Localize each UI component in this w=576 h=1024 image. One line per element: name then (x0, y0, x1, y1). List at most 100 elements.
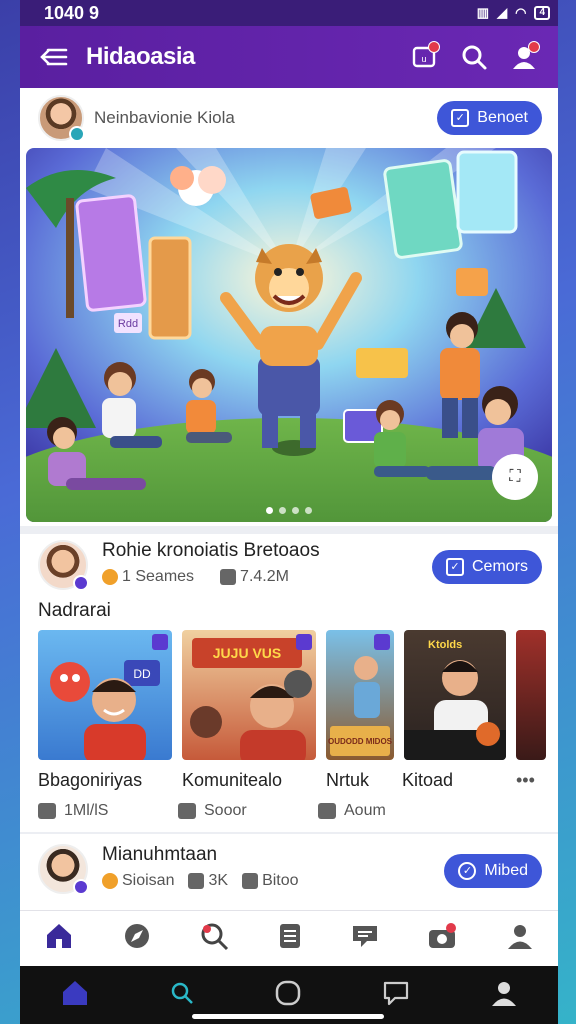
thumbnail-label[interactable]: Kitoad (402, 770, 516, 791)
app-bar: Hidaoasia u (20, 26, 558, 88)
hero-tag: Rdd (118, 318, 138, 330)
carousel-dots[interactable] (266, 507, 312, 514)
post-header-2: Rohie kronoiatis Bretoaos 1 Seames 7.4.2… (20, 536, 558, 598)
home-indicator[interactable] (192, 1014, 384, 1019)
nav-explore[interactable] (123, 922, 151, 955)
menu-icon (40, 48, 68, 66)
video-thumbnail[interactable]: OUDODD MIDOS (326, 630, 394, 760)
post-author[interactable]: Neinbavionie Kiola (94, 108, 437, 128)
nav-home[interactable] (44, 922, 74, 955)
mail-stat: Bitoo (242, 872, 299, 890)
post-info: Rohie kronoiatis Bretoaos 1 Seames 7.4.2… (102, 540, 432, 586)
video-thumbnail[interactable] (516, 630, 546, 760)
profile-badge (528, 41, 540, 53)
thumbnail-label[interactable]: Nrtuk (326, 770, 402, 791)
search-icon (462, 45, 487, 70)
follow-button[interactable]: ✓ Benoet (437, 101, 542, 135)
thumbs-up-icon (38, 803, 56, 819)
post-header-1: Neinbavionie Kiola ✓ Benoet (20, 90, 558, 146)
svg-text:u: u (421, 54, 426, 64)
like-label: 1Ml/lS (64, 802, 109, 819)
hero-illustration: Rdd (26, 148, 552, 522)
follow-button-label: Mibed (484, 862, 528, 879)
avatar[interactable] (38, 95, 85, 142)
home-icon (47, 924, 72, 948)
divider (20, 526, 558, 534)
profile-icon (507, 925, 532, 949)
sys-home-button[interactable] (60, 979, 90, 1012)
carousel-dot[interactable] (305, 507, 312, 514)
verified-icon (73, 879, 89, 895)
thumbnail-label[interactable]: Bbagoniriyas (38, 770, 182, 791)
sys-chat-button[interactable] (381, 979, 411, 1012)
status-time: 1040 9 (44, 2, 100, 23)
sys-search-button[interactable] (169, 980, 195, 1011)
chat-icon (352, 926, 377, 947)
notification-badge (428, 41, 440, 53)
follow-button[interactable]: ✓ Cemors (431, 550, 542, 584)
views-count: 1 Seames (122, 568, 195, 585)
avatar[interactable] (38, 844, 89, 895)
signal-icon: ◢ (497, 5, 508, 20)
views-icon (102, 568, 118, 585)
verified-icon (73, 575, 89, 591)
megaphone-icon (188, 872, 205, 889)
follow-button-label: Benoet (477, 109, 528, 126)
divider (20, 832, 558, 834)
search-icon (201, 923, 229, 951)
app-title: Hidaoasia (86, 43, 195, 70)
post-info: Mianuhmtaan Sioisan 3K Bitoo (102, 844, 444, 890)
thumbnail-image: JUJU VUS (190, 638, 312, 760)
nav-messages[interactable] (351, 923, 379, 954)
video-thumbnail[interactable]: JUJU VUS (182, 630, 316, 760)
carousel-dot[interactable] (292, 507, 299, 514)
share-button[interactable]: Aoum (318, 802, 458, 820)
sys-overview-button[interactable] (274, 979, 302, 1012)
mail-count: Bitoo (262, 872, 299, 889)
views-count: Sioisan (122, 872, 175, 889)
vibrate-icon: ▥ (476, 5, 490, 20)
carousel-dot[interactable] (266, 507, 273, 514)
inbox-button[interactable]: u (404, 37, 444, 77)
thumbnail-label[interactable]: Komunitealo (182, 770, 326, 791)
post-actions: 1Ml/lS Sooor Aoum (38, 802, 458, 820)
video-thumbnail[interactable]: DD (38, 630, 172, 760)
carousel-dot[interactable] (279, 507, 286, 514)
hero-image[interactable]: Rdd ⛶ (26, 148, 552, 522)
avatar[interactable] (38, 540, 89, 591)
thumbnail-overlay-text: DD (133, 667, 151, 681)
post-meta: Sioisan 3K Bitoo (102, 872, 444, 890)
sys-profile-button[interactable] (490, 979, 518, 1012)
post-meta: 1 Seames 7.4.2M (102, 568, 432, 586)
check-icon: ✓ (458, 862, 477, 880)
thumbnail-badge (152, 634, 168, 650)
more-button[interactable]: ••• (516, 770, 556, 791)
profile-button[interactable] (504, 37, 544, 77)
comment-icon (178, 803, 196, 819)
nav-profile[interactable] (506, 922, 534, 955)
nav-search[interactable] (199, 921, 229, 956)
thumbnail-overlay-text: Ktolds (428, 639, 462, 651)
search-button[interactable] (454, 37, 494, 77)
share-stat: 3K (188, 872, 228, 890)
views-stat: Sioisan (102, 872, 174, 890)
expand-button[interactable]: ⛶ (492, 454, 538, 500)
thumbnail-overlay-text: JUJU VUS (213, 645, 281, 661)
home-icon (62, 980, 87, 1005)
thumbnail-image: DD (50, 660, 160, 760)
follow-button[interactable]: ✓ Mibed (444, 854, 542, 888)
video-thumbnail[interactable]: Ktolds (404, 630, 506, 760)
circle-icon (275, 980, 301, 1005)
comment-button[interactable]: Sooor (178, 802, 318, 820)
post-author[interactable]: Rohie kronoiatis Bretoaos (102, 540, 432, 562)
check-icon: ✓ (445, 558, 464, 576)
nav-library[interactable] (278, 922, 302, 955)
status-icons: ▥ ◢ ◠ 4 (477, 5, 550, 21)
like-button[interactable]: 1Ml/lS (38, 802, 178, 820)
views-stat: 1 Seames (102, 568, 194, 586)
thumbnail-labels: Bbagoniriyas Komunitealo Nrtuk Kitoad ••… (38, 770, 556, 791)
menu-button[interactable] (34, 37, 74, 77)
nav-notifications[interactable] (427, 922, 457, 955)
expand-icon: ⛶ (509, 468, 521, 485)
post-author[interactable]: Mianuhmtaan (102, 844, 444, 866)
